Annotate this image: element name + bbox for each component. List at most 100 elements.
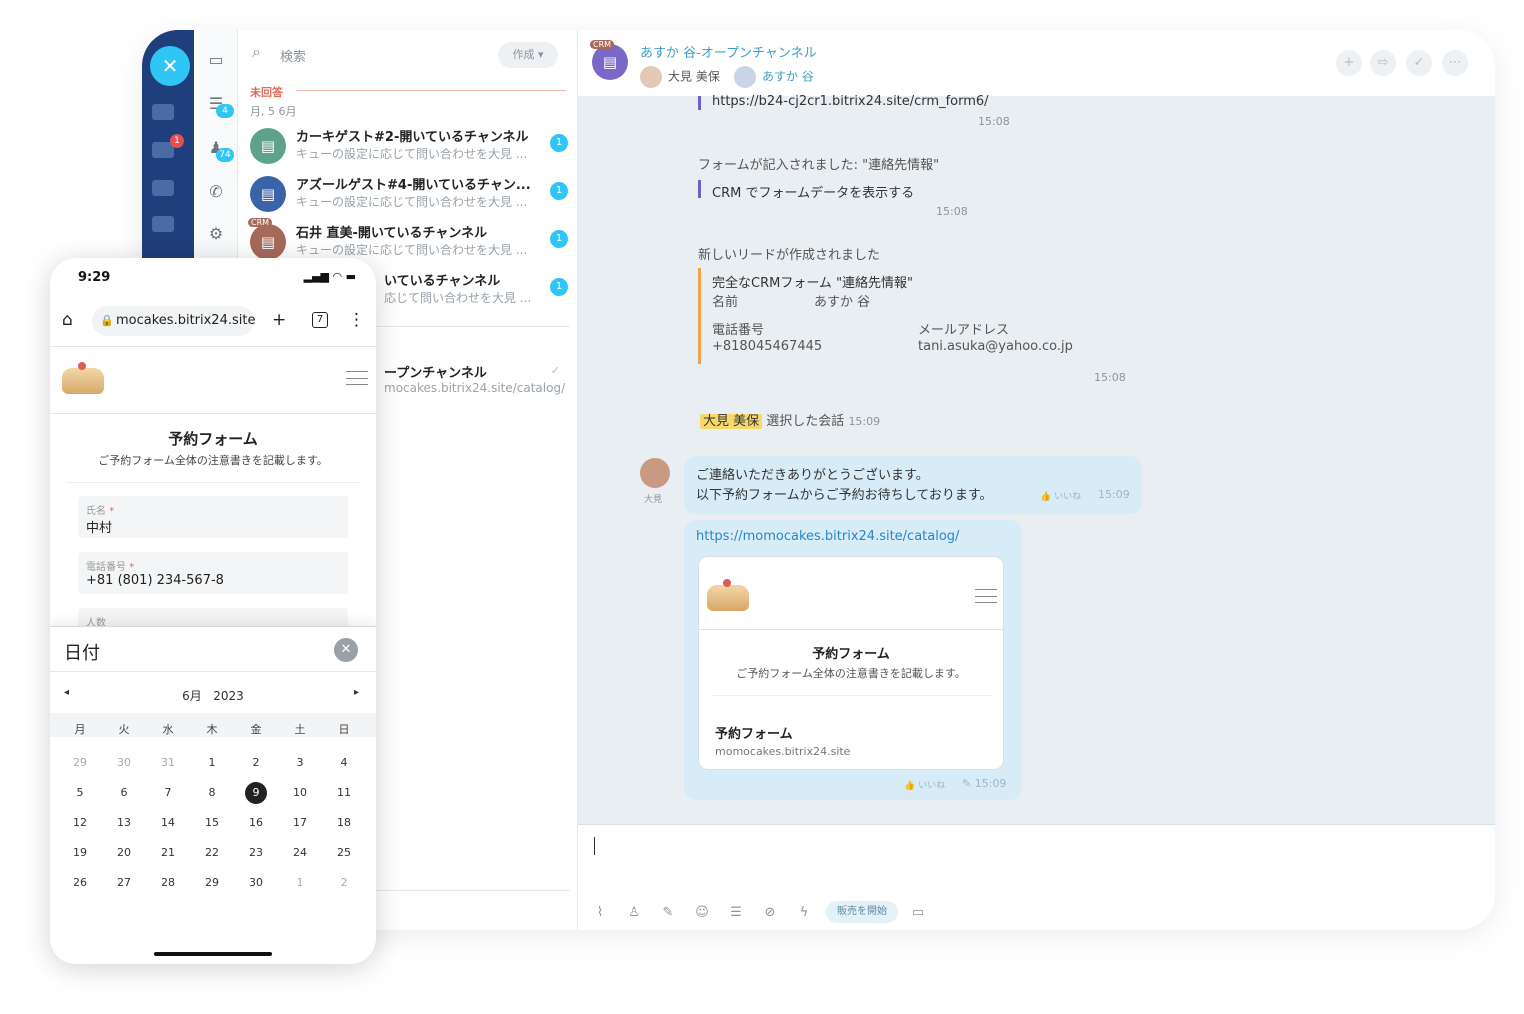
- chat-user[interactable]: あすか 谷: [734, 66, 814, 88]
- start-sales-button[interactable]: 販売を開始: [826, 901, 898, 923]
- crm-view-link[interactable]: CRM でフォームデータを表示する: [712, 182, 914, 201]
- calendar-day[interactable]: 5: [67, 782, 93, 804]
- chat-bubble-icon[interactable]: ▭: [204, 48, 228, 72]
- calendar-day[interactable]: 3: [287, 752, 313, 774]
- calendar-day[interactable]: 1: [199, 752, 225, 774]
- paperclip-icon[interactable]: ⌇: [590, 903, 610, 923]
- calendar-day[interactable]: 22: [199, 842, 225, 864]
- user-highlight: 大見 美保: [700, 414, 763, 429]
- next-month-icon[interactable]: ▸: [354, 687, 359, 698]
- calendar-day[interactable]: 10: [287, 782, 313, 804]
- close-icon[interactable]: ✕: [150, 46, 190, 86]
- list-item[interactable]: ▤ アズールゲスト#4-開いているチャン... キューの設定に応じて問い合わせを…: [248, 174, 568, 218]
- menu-icon[interactable]: [346, 371, 368, 385]
- calendar-day[interactable]: 20: [111, 842, 137, 864]
- calendar-day[interactable]: 24: [287, 842, 313, 864]
- search-bar[interactable]: ⌕ 検索 作成 ▾: [248, 42, 568, 68]
- calendar-day[interactable]: 2: [331, 872, 357, 894]
- calendar-day[interactable]: 26: [67, 872, 93, 894]
- name-value: 中村: [86, 521, 113, 536]
- chat-header: ▤ CRM あすか 谷-オープンチャンネル 大見 美保 あすか 谷 + ⇨ ✓ …: [578, 30, 1495, 96]
- calendar-day[interactable]: 2: [243, 752, 269, 774]
- openlines-count: 4: [216, 104, 234, 118]
- calendar-day[interactable]: 13: [111, 812, 137, 834]
- calendar-day[interactable]: 23: [243, 842, 269, 864]
- chat-user[interactable]: 大見 美保: [640, 66, 720, 88]
- divider: [296, 90, 566, 91]
- like-button[interactable]: 👍 いいね: [904, 778, 945, 791]
- notifications-icon[interactable]: ♟ 74: [204, 136, 234, 162]
- calendar-day[interactable]: 9: [243, 782, 269, 804]
- calendar-day[interactable]: 1: [287, 872, 313, 894]
- user-icon[interactable]: ♙: [624, 903, 644, 923]
- home-icon[interactable]: ⌂: [62, 310, 73, 330]
- weekday-label: 日: [338, 723, 350, 736]
- list-item-subtitle: キューの設定に応じて問い合わせを大見 ...: [296, 195, 528, 209]
- calendar-day[interactable]: 29: [67, 752, 93, 774]
- window-icon[interactable]: ▭: [908, 903, 928, 923]
- forward-icon[interactable]: ⇨: [1370, 50, 1396, 76]
- link-preview-card[interactable]: 予約フォーム ご予約フォーム全体の注意書きを記載します。 予約フォーム momo…: [698, 556, 1004, 770]
- calendar-day[interactable]: 14: [155, 812, 181, 834]
- tabs-button[interactable]: 7: [312, 312, 328, 328]
- message-composer[interactable]: ⌇ ♙ ✎ ☺ ☰ ⊘ ϟ 販売を開始 ▭: [578, 824, 1495, 930]
- create-button[interactable]: 作成 ▾: [498, 42, 558, 68]
- calendar-day[interactable]: 17: [287, 812, 313, 834]
- weekday-label: 火: [118, 723, 130, 736]
- check-icon[interactable]: ✓: [1406, 50, 1432, 76]
- form-url[interactable]: https://b24-cj2cr1.bitrix24.site/crm_for…: [712, 94, 989, 109]
- rail-icon-group[interactable]: [152, 216, 174, 232]
- calendar-day[interactable]: 7: [155, 782, 181, 804]
- openlines-icon[interactable]: ☰ 4: [204, 92, 234, 118]
- calendar-day[interactable]: 30: [243, 872, 269, 894]
- lightning-icon[interactable]: ϟ: [794, 903, 814, 923]
- add-icon[interactable]: +: [1336, 50, 1362, 76]
- name-field[interactable]: 氏名 * 中村: [78, 496, 348, 538]
- search-input[interactable]: 検索: [280, 46, 306, 65]
- address-bar[interactable]: 🔒 mocakes.bitrix24.site: [92, 306, 255, 336]
- calendar-day[interactable]: 18: [331, 812, 357, 834]
- card-footer-site: momocakes.bitrix24.site: [715, 745, 851, 758]
- calendar-day[interactable]: 30: [111, 752, 137, 774]
- calendar-day[interactable]: 21: [155, 842, 181, 864]
- calendar-day[interactable]: 8: [199, 782, 225, 804]
- rail-icon[interactable]: [152, 104, 174, 120]
- list-item-title: アズールゲスト#4-開いているチャン...: [296, 178, 531, 193]
- calendar-day[interactable]: 12: [67, 812, 93, 834]
- calendar-day[interactable]: 16: [243, 812, 269, 834]
- phone-field[interactable]: 電話番号 * +81 (801) 234-567-8: [78, 552, 348, 594]
- lock-icon: 🔒: [100, 314, 114, 327]
- phone-icon[interactable]: ✆: [204, 180, 228, 204]
- calendar-day[interactable]: 19: [67, 842, 93, 864]
- template-icon[interactable]: ☰: [726, 903, 746, 923]
- calendar-day[interactable]: 29: [199, 872, 225, 894]
- chat-title[interactable]: あすか 谷-オープンチャンネル: [640, 42, 817, 61]
- weekday-label: 土: [294, 723, 306, 736]
- new-tab-icon[interactable]: +: [272, 310, 286, 330]
- calendar-day[interactable]: 31: [155, 752, 181, 774]
- calendar-day[interactable]: 4: [331, 752, 357, 774]
- gear-icon[interactable]: ⚙: [204, 222, 228, 246]
- close-icon[interactable]: ✕: [334, 638, 358, 662]
- rail-icon-notifications[interactable]: [152, 134, 184, 158]
- calendar-day[interactable]: 27: [111, 872, 137, 894]
- calendar-day[interactable]: 25: [331, 842, 357, 864]
- calendar-day[interactable]: 15: [199, 812, 225, 834]
- rail-icon-chat[interactable]: [152, 180, 174, 196]
- divider: [699, 629, 1003, 630]
- chat-area: ▤ CRM あすか 谷-オープンチャンネル 大見 美保 あすか 谷 + ⇨ ✓ …: [578, 30, 1495, 930]
- smiley-icon[interactable]: ☺: [692, 903, 712, 923]
- calendar-day[interactable]: 6: [111, 782, 137, 804]
- edit-icon[interactable]: ✎: [658, 903, 678, 923]
- avatar[interactable]: [640, 458, 670, 488]
- catalog-link[interactable]: https://momocakes.bitrix24.site/catalog/: [696, 529, 959, 544]
- calendar-day[interactable]: 28: [155, 872, 181, 894]
- list-item[interactable]: ▤ カーキゲスト#2-開いているチャンネル キューの設定に応じて問い合わせを大見…: [248, 126, 568, 170]
- like-button[interactable]: 👍 いいね: [1040, 489, 1081, 502]
- more-icon[interactable]: ⋯: [1442, 50, 1468, 76]
- more-icon[interactable]: ⋮: [348, 310, 365, 330]
- phone-mockup: 9:29 ▂▄▆ ◠ ▬ ⌂ 🔒 mocakes.bitrix24.site + …: [50, 258, 376, 964]
- card-note: ご予約フォーム全体の注意書きを記載します。: [736, 667, 966, 680]
- calendar-day[interactable]: 11: [331, 782, 357, 804]
- hide-icon[interactable]: ⊘: [760, 903, 780, 923]
